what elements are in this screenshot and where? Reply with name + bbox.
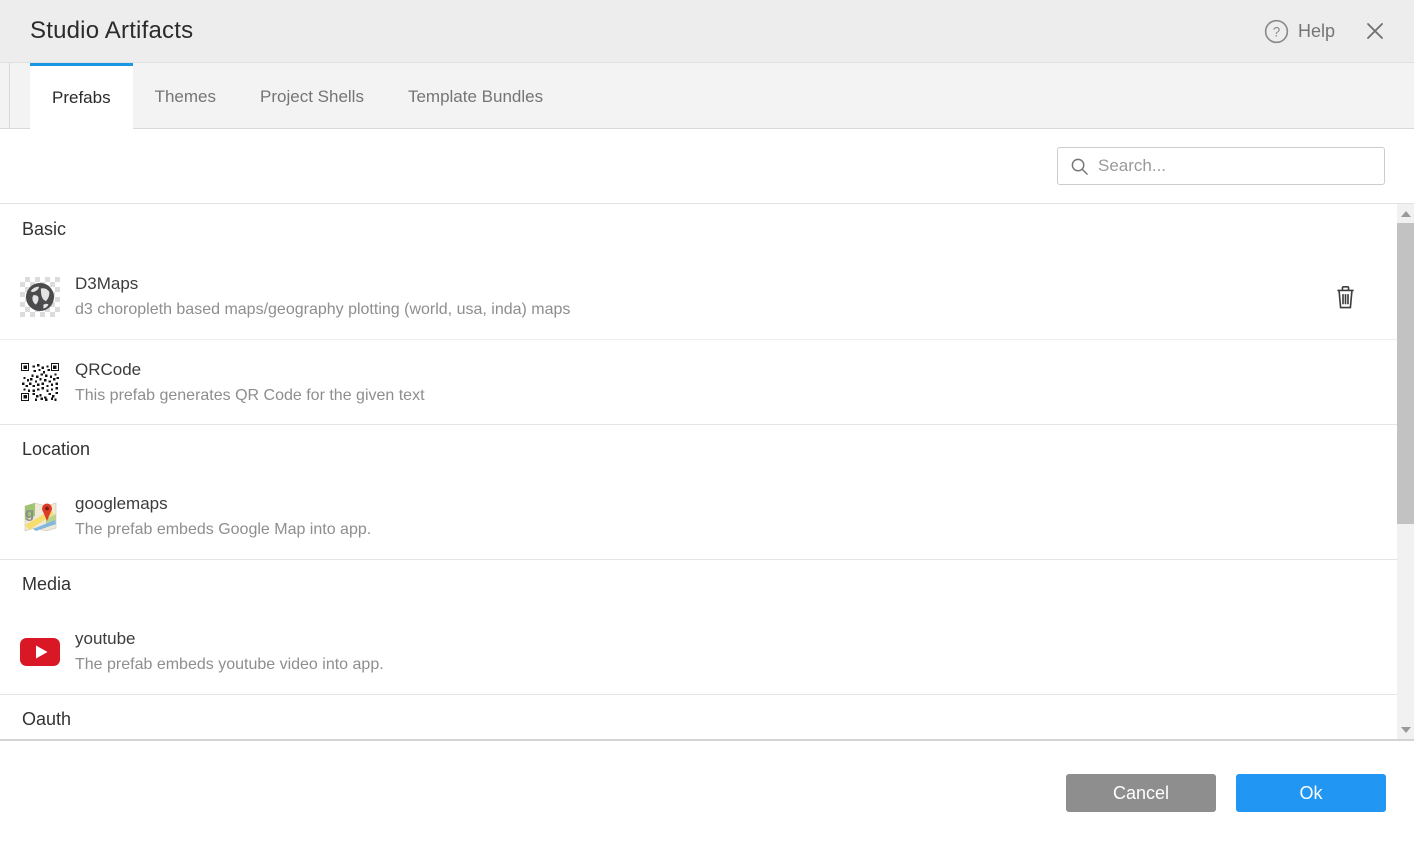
search-icon	[1070, 157, 1089, 176]
scrollbar-thumb[interactable]	[1397, 223, 1414, 524]
ok-button[interactable]: Ok	[1236, 774, 1386, 812]
dialog-footer: Cancel Ok	[0, 741, 1414, 844]
svg-text:?: ?	[1273, 24, 1280, 39]
search-area	[0, 129, 1414, 203]
section-header-location: Location	[0, 424, 1397, 474]
prefab-list: Basic D3Maps d3 choropleth based maps/geog…	[0, 203, 1414, 741]
help-icon: ?	[1264, 19, 1289, 44]
dialog-header: Studio Artifacts ? Help	[0, 0, 1414, 63]
prefab-text: QRCode This prefab generates QR Code for …	[75, 360, 425, 405]
tab-bar-left-divider	[0, 63, 10, 128]
dialog-title: Studio Artifacts	[30, 17, 193, 45]
prefab-title: youtube	[75, 629, 384, 649]
cancel-button[interactable]: Cancel	[1066, 774, 1216, 812]
prefab-text: D3Maps d3 choropleth based maps/geography…	[75, 274, 570, 319]
help-button[interactable]: ? Help	[1264, 19, 1335, 44]
section-header-oauth: Oauth	[0, 694, 1397, 739]
section-header-basic: Basic	[0, 204, 1397, 254]
prefab-description: The prefab embeds youtube video into app…	[75, 656, 384, 674]
tab-bar: Prefabs Themes Project Shells Template B…	[0, 63, 1414, 129]
search-box	[1057, 147, 1385, 185]
scrollbar[interactable]	[1397, 204, 1414, 739]
tab-template-bundles[interactable]: Template Bundles	[386, 63, 565, 128]
tab-prefabs[interactable]: Prefabs	[30, 63, 133, 129]
prefab-item-googlemaps[interactable]: g googlemaps The prefab embeds Google Map …	[0, 474, 1397, 559]
prefab-description: The prefab embeds Google Map into app.	[75, 521, 371, 539]
googlemaps-icon: g	[20, 497, 60, 537]
header-actions: ? Help	[1264, 19, 1385, 44]
prefab-description: d3 choropleth based maps/geography plott…	[75, 301, 570, 319]
qrcode-icon	[20, 362, 60, 402]
prefab-item-youtube[interactable]: youtube The prefab embeds youtube video i…	[0, 609, 1397, 694]
prefab-title: googlemaps	[75, 494, 371, 514]
youtube-icon	[20, 632, 60, 672]
prefab-item-qrcode[interactable]: QRCode This prefab generates QR Code for …	[0, 339, 1397, 424]
prefab-text: youtube The prefab embeds youtube video i…	[75, 629, 384, 674]
svg-text:g: g	[25, 505, 34, 522]
globe-icon	[20, 277, 60, 317]
prefab-title: D3Maps	[75, 274, 570, 294]
search-input[interactable]	[1098, 156, 1374, 176]
tab-project-shells[interactable]: Project Shells	[238, 63, 386, 128]
prefab-list-content: Basic D3Maps d3 choropleth based maps/geog…	[0, 204, 1397, 739]
scrollbar-up-arrow[interactable]	[1397, 204, 1414, 223]
trash-icon[interactable]	[1334, 283, 1357, 311]
studio-artifacts-dialog: Studio Artifacts ? Help Prefabs Themes	[0, 0, 1414, 844]
prefab-item-d3maps[interactable]: D3Maps d3 choropleth based maps/geography…	[0, 254, 1397, 339]
tab-themes[interactable]: Themes	[133, 63, 238, 128]
close-icon[interactable]	[1365, 21, 1385, 41]
prefab-description: This prefab generates QR Code for the gi…	[75, 387, 425, 405]
prefab-title: QRCode	[75, 360, 425, 380]
scrollbar-down-arrow[interactable]	[1397, 720, 1414, 739]
section-header-media: Media	[0, 559, 1397, 609]
help-label: Help	[1298, 21, 1335, 42]
prefab-text: googlemaps The prefab embeds Google Map i…	[75, 494, 371, 539]
